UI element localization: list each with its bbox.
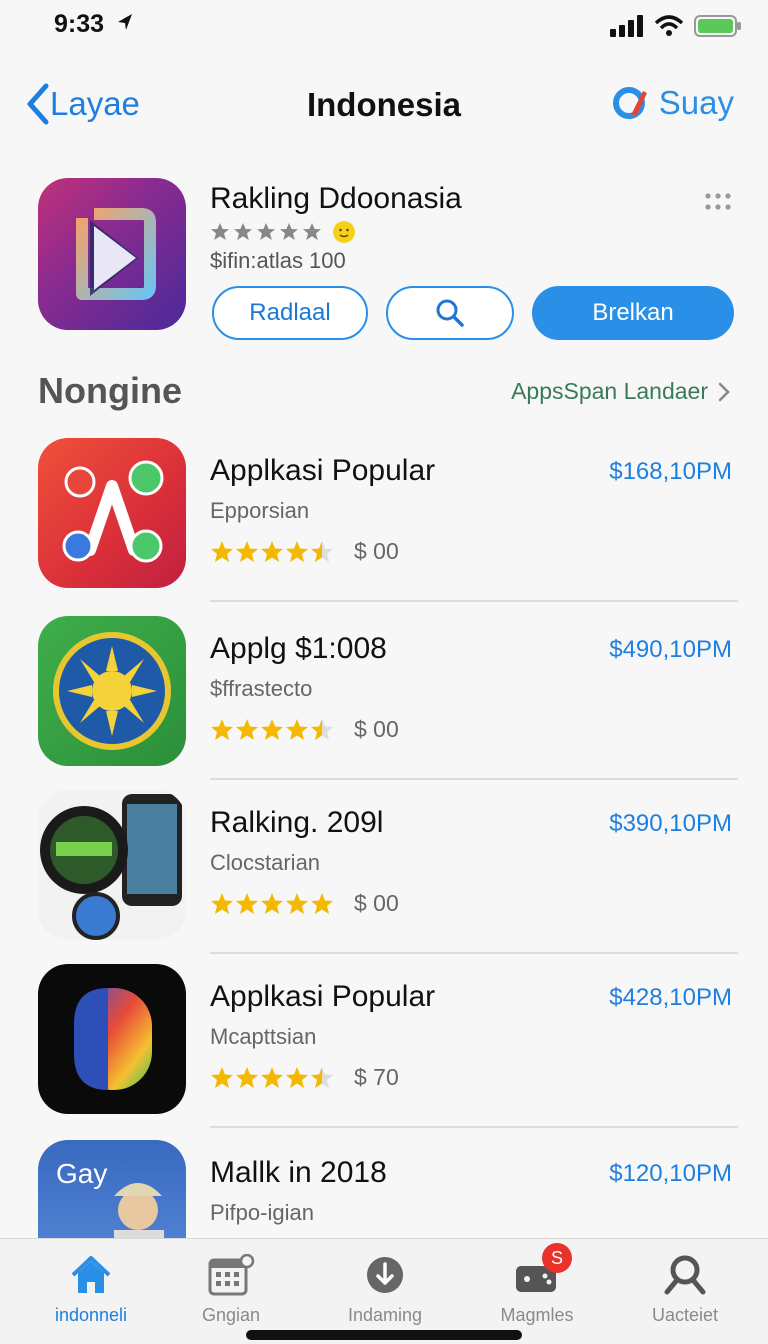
status-icons — [610, 14, 742, 38]
tab-bar: indonneli Gngian Indaming S Magmles Uact… — [0, 1238, 768, 1344]
star-rating-icon — [211, 1066, 333, 1088]
off-gradient-icon — [38, 964, 186, 1114]
app-price-small: $ 00 — [354, 538, 399, 564]
star-rating-icon — [211, 540, 333, 562]
emoji-icon — [333, 221, 355, 243]
status-time: 9:33 — [54, 10, 105, 38]
app-price[interactable]: $390,10PM — [609, 810, 732, 838]
section-header: Nongine AppsSpan Landaer — [0, 366, 768, 418]
featured-rating — [210, 220, 356, 244]
app-category: Epporsian — [210, 498, 310, 523]
tab-label: Indaming — [347, 1305, 423, 1325]
status-bar: 9:33 — [0, 0, 768, 56]
tab-download[interactable]: Indaming — [308, 1251, 462, 1326]
chevron-right-icon — [718, 382, 730, 401]
section-title: Nongine — [38, 370, 182, 411]
app-price[interactable]: $428,10PM — [609, 984, 732, 1012]
app-rating: $ 00 — [210, 890, 399, 917]
featured-app-icon[interactable] — [38, 178, 186, 330]
row-divider — [210, 952, 738, 954]
wifi-icon — [654, 15, 684, 36]
row-divider — [210, 778, 738, 780]
app-price[interactable]: $168,10PM — [609, 458, 732, 486]
star-rating-icon — [211, 892, 333, 914]
app-price-small: $ 00 — [354, 716, 399, 742]
tab-label: indonneli — [54, 1305, 128, 1325]
app-row[interactable]: Ralking. 209l Clocstarian $ 00 $390,10PM — [0, 788, 768, 962]
featured-action-button[interactable]: Radlaal — [212, 286, 368, 340]
tab-calendar[interactable]: Gngian — [154, 1251, 308, 1326]
app-name: Ralking. 209l — [210, 806, 384, 839]
app-price-small: $ 00 — [354, 890, 399, 916]
red-connect-icon — [38, 438, 186, 588]
sun-badge-icon — [38, 616, 186, 766]
calendar-icon — [208, 1254, 255, 1296]
app-rating: $ 70 — [210, 1064, 399, 1091]
battery-icon — [694, 15, 741, 37]
tab-label: Gngian — [201, 1305, 261, 1325]
phone-collage-icon — [38, 790, 186, 940]
nav-bar: Layae Indonesia Suay — [0, 70, 768, 142]
app-price-small: $ 70 — [354, 1064, 399, 1090]
row-divider — [210, 1126, 738, 1128]
play-logo-icon — [76, 208, 156, 300]
nav-right-button[interactable]: Suay — [612, 84, 734, 122]
featured-app-title: Rakling Ddoonasia — [210, 182, 462, 215]
home-icon — [71, 1256, 111, 1293]
app-name: Applkasi Popular — [210, 454, 436, 487]
search-icon — [436, 299, 464, 327]
download-icon — [367, 1257, 403, 1293]
home-indicator — [246, 1330, 522, 1340]
brand-logo-icon — [612, 87, 647, 119]
star-rating-icon — [211, 223, 321, 240]
app-name: Applkasi Popular — [210, 980, 436, 1013]
tab-home[interactable]: indonneli — [14, 1251, 168, 1326]
row-divider — [210, 600, 738, 602]
app-category: $ffrastecto — [210, 676, 313, 701]
notification-badge: S — [542, 1243, 572, 1273]
star-rating-icon — [211, 718, 333, 740]
app-price[interactable]: $490,10PM — [609, 636, 732, 664]
app-price[interactable]: $120,10PM — [609, 1160, 732, 1188]
section-link-label: AppsSpan Landaer — [511, 378, 708, 404]
app-row[interactable]: Applkasi Popular Mcapttsian $ 70 $428,10… — [0, 962, 768, 1136]
app-category: Pifpo‑igian — [210, 1200, 314, 1225]
section-see-all-link[interactable]: AppsSpan Landaer — [511, 378, 730, 405]
app-rating: $ 00 — [210, 538, 399, 565]
tab-search[interactable]: Uacteiet — [608, 1251, 762, 1326]
app-category: Mcapttsian — [210, 1024, 317, 1049]
app-rating: $ 00 — [210, 716, 399, 743]
app-category: Clocstarian — [210, 850, 321, 875]
tab-games[interactable]: S Magmles — [460, 1243, 614, 1326]
featured-app: Rakling Ddoonasia $ifin:atlas 100 Radlaa… — [0, 170, 768, 350]
nav-right-label: Suay — [658, 84, 734, 121]
signal-icon — [610, 15, 643, 37]
location-arrow-icon — [118, 14, 132, 30]
app-name: Applg $1:008 — [210, 632, 387, 665]
app-row[interactable]: Applg $1:008 $ffrastecto $ 00 $490,10PM — [0, 614, 768, 788]
more-options-icon[interactable] — [704, 192, 732, 212]
primary-action-button[interactable]: Brelkan — [532, 286, 734, 340]
tab-label: Uacteiet — [651, 1305, 719, 1325]
app-name: Mallk in 2018 — [210, 1156, 387, 1189]
search-button[interactable] — [386, 286, 514, 340]
featured-subtitle: $ifin:atlas 100 — [210, 248, 346, 273]
search-icon — [664, 1255, 706, 1295]
tab-label: Magmles — [500, 1305, 574, 1325]
app-row[interactable]: Applkasi Popular Epporsian $ 00 $168,10P… — [0, 436, 768, 610]
